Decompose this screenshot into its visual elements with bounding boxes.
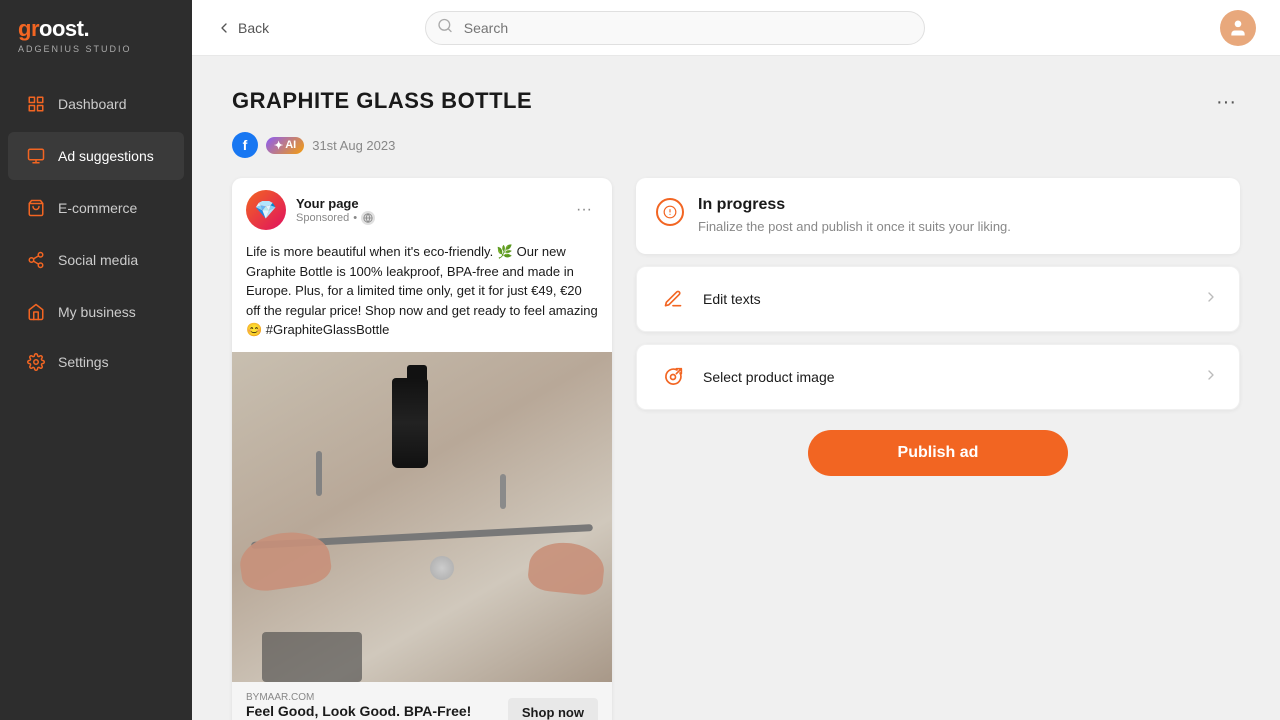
globe-icon bbox=[361, 211, 375, 225]
ad-product-image bbox=[232, 352, 612, 682]
back-button[interactable]: Back bbox=[216, 20, 269, 36]
logo-text: groost. bbox=[18, 16, 132, 42]
status-title: In progress bbox=[698, 196, 1011, 214]
sidebar-item-social-media[interactable]: Social media bbox=[8, 236, 184, 284]
page-info: Your page Sponsored • bbox=[296, 196, 560, 225]
chevron-right-icon-2 bbox=[1203, 367, 1219, 388]
sidebar-item-label: Settings bbox=[58, 354, 109, 370]
sidebar-item-ad-suggestions[interactable]: Ad suggestions bbox=[8, 132, 184, 180]
settings-icon bbox=[26, 352, 46, 372]
ad-footer-info: BYMAAR.COM Feel Good, Look Good. BPA-Fre… bbox=[246, 692, 471, 720]
dashboard-icon bbox=[26, 94, 46, 114]
search-bar bbox=[425, 11, 925, 45]
select-image-label: Select product image bbox=[703, 369, 1189, 385]
status-content: In progress Finalize the post and publis… bbox=[698, 196, 1011, 236]
social-media-icon bbox=[26, 250, 46, 270]
logo-sub: ADGENIUS STUDIO bbox=[18, 44, 132, 54]
two-column-layout: 💎 Your page Sponsored • ··· Life is bbox=[232, 178, 1240, 720]
sidebar-item-label: Social media bbox=[58, 252, 138, 268]
ad-more-button[interactable]: ··· bbox=[570, 196, 598, 224]
status-card: In progress Finalize the post and publis… bbox=[636, 178, 1240, 254]
publish-ad-button[interactable]: Publish ad bbox=[808, 430, 1068, 476]
bottle-body bbox=[392, 378, 428, 468]
avatar[interactable] bbox=[1220, 10, 1256, 46]
basket bbox=[262, 632, 362, 682]
page-name: Your page bbox=[296, 196, 560, 211]
sidebar-item-my-business[interactable]: My business bbox=[8, 288, 184, 336]
sidebar-item-dashboard[interactable]: Dashboard bbox=[8, 80, 184, 128]
logo-area: groost. ADGENIUS STUDIO bbox=[0, 0, 192, 70]
edit-texts-label: Edit texts bbox=[703, 291, 1189, 307]
ad-suggestions-icon bbox=[26, 146, 46, 166]
ad-preview-card: 💎 Your page Sponsored • ··· Life is bbox=[232, 178, 612, 720]
ad-header: 💎 Your page Sponsored • ··· bbox=[232, 178, 612, 238]
content-area: GRAPHITE GLASS BOTTLE ··· f ✦ AI 31st Au… bbox=[192, 56, 1280, 720]
ai-badge: ✦ AI bbox=[266, 137, 304, 154]
right-panel: In progress Finalize the post and publis… bbox=[636, 178, 1240, 476]
sidebar-item-label: Dashboard bbox=[58, 96, 127, 112]
sidebar-item-label: Ad suggestions bbox=[58, 148, 154, 164]
status-description: Finalize the post and publish it once it… bbox=[698, 218, 1011, 236]
sidebar-item-settings[interactable]: Settings bbox=[8, 338, 184, 386]
ad-body-text: Life is more beautiful when it's eco-fri… bbox=[232, 238, 612, 352]
meta-row: f ✦ AI 31st Aug 2023 bbox=[232, 132, 1240, 158]
sidebar-item-e-commerce[interactable]: E-commerce bbox=[8, 184, 184, 232]
logo-block: groost. ADGENIUS STUDIO bbox=[18, 16, 132, 54]
topbar: Back bbox=[192, 0, 1280, 56]
handlebar-post-left bbox=[316, 451, 322, 496]
facebook-badge: f bbox=[232, 132, 258, 158]
main-area: Back GRAPHITE GLASS BOTTLE ··· f bbox=[192, 0, 1280, 720]
select-image-card[interactable]: Select product image bbox=[636, 344, 1240, 410]
ad-headline: Feel Good, Look Good. BPA-Free! bbox=[246, 703, 471, 719]
shop-now-button[interactable]: Shop now bbox=[508, 698, 598, 720]
more-options-button[interactable]: ··· bbox=[1212, 88, 1240, 116]
ad-domain: BYMAAR.COM bbox=[246, 692, 471, 703]
sponsored-row: Sponsored • bbox=[296, 211, 560, 225]
bike-bell bbox=[430, 556, 454, 580]
handlebar-post-right bbox=[500, 474, 506, 509]
back-icon bbox=[216, 20, 232, 36]
my-business-icon bbox=[26, 302, 46, 322]
sidebar: groost. ADGENIUS STUDIO Dashboard Ad sug… bbox=[0, 0, 192, 720]
edit-icon bbox=[657, 283, 689, 315]
page-header: GRAPHITE GLASS BOTTLE ··· bbox=[232, 88, 1240, 116]
page-avatar: 💎 bbox=[246, 190, 286, 230]
sidebar-nav: Dashboard Ad suggestions E-commerce bbox=[0, 78, 192, 388]
ad-footer: BYMAAR.COM Feel Good, Look Good. BPA-Fre… bbox=[232, 682, 612, 720]
bottle-cap bbox=[407, 365, 427, 379]
e-commerce-icon bbox=[26, 198, 46, 218]
ad-image-background bbox=[232, 352, 612, 682]
info-icon bbox=[663, 205, 677, 219]
status-icon bbox=[656, 198, 684, 226]
publish-date: 31st Aug 2023 bbox=[312, 138, 395, 153]
search-input[interactable] bbox=[425, 11, 925, 45]
search-icon bbox=[437, 17, 453, 38]
edit-texts-card[interactable]: Edit texts bbox=[636, 266, 1240, 332]
chevron-right-icon bbox=[1203, 289, 1219, 310]
page-title: GRAPHITE GLASS BOTTLE bbox=[232, 88, 532, 114]
sidebar-item-label: My business bbox=[58, 304, 136, 320]
sidebar-item-label: E-commerce bbox=[58, 200, 137, 216]
user-icon bbox=[1228, 18, 1248, 38]
image-select-icon bbox=[657, 361, 689, 393]
